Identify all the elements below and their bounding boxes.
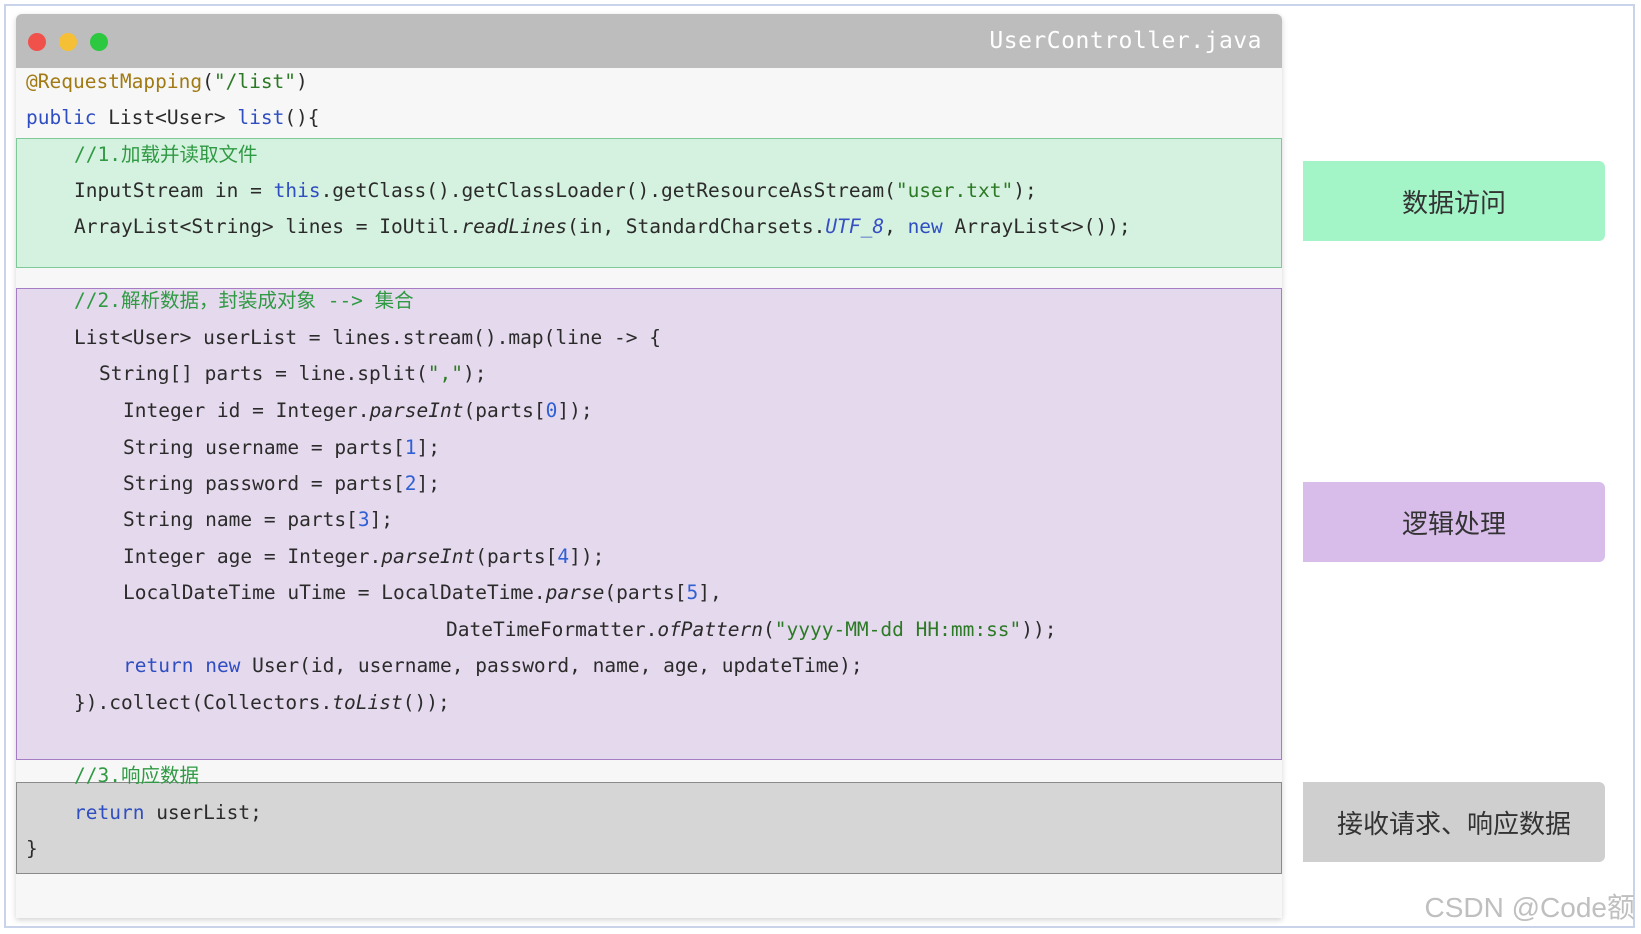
- code-keyword: return: [123, 654, 194, 677]
- code-italic-method: parseInt: [381, 545, 476, 568]
- code-token: String[] parts = line.split(: [99, 362, 428, 385]
- code-method-name: list: [237, 106, 285, 129]
- code-token: ): [296, 70, 308, 93]
- code-keyword: return: [74, 801, 145, 824]
- code-number: 2: [404, 472, 417, 495]
- code-line-8: String[] parts = line.split(",");: [99, 360, 486, 388]
- code-number: 4: [557, 545, 570, 568]
- maximize-dot-icon: [90, 33, 108, 51]
- code-line-7: List<User> userList = lines.stream().map…: [74, 326, 661, 349]
- minimize-dot-icon: [59, 33, 77, 51]
- code-token: (parts[: [463, 399, 546, 422]
- code-italic-method: toList: [332, 691, 403, 714]
- code-line-17: }).collect(Collectors.toList());: [74, 689, 450, 717]
- code-string: "yyyy-MM-dd HH:mm:ss": [774, 618, 1022, 641]
- code-line-5: ArrayList<String> lines = IoUtil.readLin…: [74, 213, 1131, 241]
- code-line-9: Integer id = Integer.parseInt(parts[0]);: [123, 397, 593, 425]
- code-italic-method: parse: [545, 581, 605, 604]
- code-italic-method: parseInt: [369, 399, 464, 422]
- code-italic-method: ofPattern: [657, 618, 763, 641]
- code-keyword: new: [907, 215, 943, 238]
- code-token: ));: [1021, 618, 1057, 641]
- code-token: userList;: [144, 801, 262, 824]
- code-token: ]);: [569, 545, 605, 568]
- code-comment-1: //1.加载并读取文件: [74, 143, 258, 166]
- code-line-12: String name = parts[3];: [123, 506, 393, 534]
- code-line-11: String password = parts[2];: [123, 470, 440, 498]
- code-token: User(id, username, password, name, age, …: [240, 654, 863, 677]
- code-token: (parts[: [475, 545, 558, 568]
- code-token: );: [1013, 179, 1037, 202]
- code-number: 5: [686, 581, 699, 604]
- code-token: ];: [416, 472, 440, 495]
- code-token: ]);: [557, 399, 593, 422]
- code-token: }).collect(Collectors.: [74, 691, 333, 714]
- label-data-access: 数据访问: [1303, 161, 1605, 241]
- code-string: ",": [427, 362, 463, 385]
- code-token: InputStream in =: [74, 179, 274, 202]
- code-token: ];: [416, 436, 440, 459]
- code-token: ,: [884, 215, 908, 238]
- file-name: UserController.java: [989, 28, 1262, 54]
- code-line-1: @RequestMapping("/list"): [26, 68, 308, 96]
- code-comment-3: //3.响应数据: [74, 764, 199, 787]
- credit-watermark: CSDN @Code额: [1424, 892, 1635, 923]
- code-token: Integer age = Integer.: [123, 545, 382, 568]
- code-italic-method: readLines: [461, 215, 568, 238]
- code-token: (: [763, 618, 775, 641]
- code-line-10: String username = parts[1];: [123, 434, 440, 462]
- code-string: "/list": [213, 70, 297, 93]
- code-token: Integer id = Integer.: [123, 399, 370, 422]
- code-line-13: Integer age = Integer.parseInt(parts[4])…: [123, 543, 604, 571]
- code-line-2: public List<User> list(){: [26, 104, 320, 132]
- code-token: ];: [369, 508, 394, 531]
- code-line-19: return userList;: [74, 799, 262, 827]
- label-request-response: 接收请求、响应数据: [1303, 782, 1605, 862]
- label-logic-processing: 逻辑处理: [1303, 482, 1605, 562]
- code-token: .getClass().getClassLoader().getResource…: [320, 179, 896, 202]
- code-token: List<User>: [96, 106, 238, 129]
- code-token: ArrayList<>());: [942, 215, 1131, 238]
- code-number: 3: [357, 508, 370, 531]
- code-token: (parts[: [604, 581, 687, 604]
- code-token: (in, StandardCharsets.: [567, 215, 826, 238]
- code-line-14: LocalDateTime uTime = LocalDateTime.pars…: [123, 579, 722, 607]
- code-string: "user.txt": [895, 179, 1014, 202]
- code-comment-2: //2.解析数据，封装成对象 --> 集合: [74, 289, 414, 312]
- code-keyword: public: [26, 106, 97, 129]
- code-token: ArrayList<String> lines = IoUtil.: [74, 215, 462, 238]
- code-keyword: this: [273, 179, 321, 202]
- code-token: );: [462, 362, 487, 385]
- code-token: (){: [284, 106, 320, 129]
- code-token: ],: [698, 581, 722, 604]
- annotation: @RequestMapping: [26, 70, 203, 93]
- code-constant: UTF_8: [825, 215, 885, 238]
- code-line-16: return new User(id, username, password, …: [123, 652, 863, 680]
- close-dot-icon: [28, 33, 46, 51]
- code-window: UserController.java @RequestMapping("/li…: [16, 14, 1282, 918]
- code-number: 0: [545, 399, 558, 422]
- code-token: DateTimeFormatter.: [446, 618, 658, 641]
- window-titlebar: UserController.java: [16, 14, 1282, 68]
- code-token: String name = parts[: [123, 508, 358, 531]
- response-block: [16, 782, 1282, 874]
- code-token: String password = parts[: [123, 472, 405, 495]
- code-keyword: new: [205, 654, 241, 677]
- code-line-15: DateTimeFormatter.ofPattern("yyyy-MM-dd …: [446, 616, 1057, 644]
- code-token: LocalDateTime uTime = LocalDateTime.: [123, 581, 546, 604]
- code-number: 1: [404, 436, 417, 459]
- code-line-20: }: [26, 837, 38, 860]
- code-line-4: InputStream in = this.getClass().getClas…: [74, 177, 1037, 205]
- code-token: (: [202, 70, 214, 93]
- code-token: ());: [402, 691, 450, 714]
- code-token: String username = parts[: [123, 436, 405, 459]
